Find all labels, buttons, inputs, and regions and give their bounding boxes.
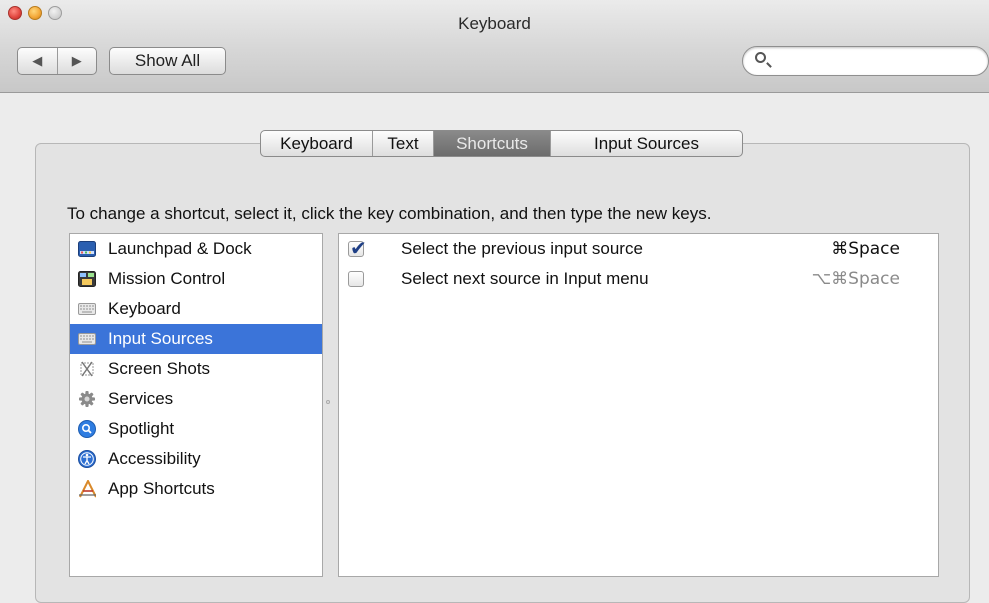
- shortcut-key-combination[interactable]: ⌘Space: [831, 239, 900, 259]
- accessibility-icon: [78, 450, 96, 468]
- mission-control-icon: [78, 270, 96, 288]
- category-label: App Shortcuts: [108, 479, 215, 498]
- shortcut-row[interactable]: ✔ Select the previous input source ⌘Spac…: [339, 234, 938, 264]
- window-title: Keyboard: [458, 14, 531, 33]
- keyboard-icon: [78, 300, 96, 318]
- category-keyboard[interactable]: Keyboard: [70, 294, 322, 324]
- category-launchpad-dock[interactable]: Launchpad & Dock: [70, 234, 322, 264]
- title-bar: Keyboard ◀ ▶ Show All: [0, 0, 989, 93]
- category-screen-shots[interactable]: Screen Shots: [70, 354, 322, 384]
- services-gear-icon: [78, 390, 96, 408]
- shortcut-list[interactable]: ✔ Select the previous input source ⌘Spac…: [338, 233, 939, 577]
- tab-bar: Keyboard Text Shortcuts Input Sources: [260, 130, 743, 157]
- category-accessibility[interactable]: Accessibility: [70, 444, 322, 474]
- category-label: Screen Shots: [108, 359, 211, 378]
- shortcut-enabled-checkbox[interactable]: ✔: [348, 236, 367, 260]
- forward-arrow-icon[interactable]: ▶: [56, 48, 97, 74]
- category-mission-control[interactable]: Mission Control: [70, 264, 322, 294]
- tab-keyboard[interactable]: Keyboard: [261, 131, 372, 156]
- shortcut-description: Select next source in Input menu: [401, 269, 649, 288]
- back-arrow-icon[interactable]: ◀: [18, 48, 57, 74]
- show-all-button[interactable]: Show All: [109, 47, 226, 75]
- shortcut-category-list[interactable]: Launchpad & Dock Mission Control Keyboar…: [69, 233, 323, 577]
- category-label: Accessibility: [108, 449, 201, 468]
- shortcut-description: Select the previous input source: [401, 239, 643, 258]
- search-field[interactable]: [742, 46, 989, 76]
- tab-shortcuts[interactable]: Shortcuts: [433, 131, 550, 156]
- category-label: Services: [108, 389, 174, 408]
- screen-shots-icon: [78, 360, 96, 378]
- search-icon: [755, 52, 766, 63]
- shortcut-row[interactable]: Select next source in Input menu ⌥⌘Space: [339, 264, 938, 294]
- category-services[interactable]: Services: [70, 384, 322, 414]
- category-label: Input Sources: [108, 329, 213, 348]
- category-label: Mission Control: [108, 269, 226, 288]
- category-spotlight[interactable]: Spotlight: [70, 414, 322, 444]
- instruction-text: To change a shortcut, select it, click t…: [67, 204, 712, 223]
- shortcut-key-combination[interactable]: ⌥⌘Space: [812, 269, 900, 289]
- search-input[interactable]: [773, 50, 977, 74]
- shortcut-enabled-checkbox[interactable]: [348, 271, 364, 287]
- tab-input-sources[interactable]: Input Sources: [550, 131, 742, 156]
- input-sources-icon: [78, 330, 96, 348]
- category-label: Spotlight: [108, 419, 175, 438]
- checkmark-icon: ✔: [350, 236, 367, 260]
- tab-text[interactable]: Text: [372, 131, 433, 156]
- category-app-shortcuts[interactable]: App Shortcuts: [70, 474, 322, 504]
- back-forward-control: ◀ ▶: [17, 47, 97, 75]
- category-label: Launchpad & Dock: [108, 239, 252, 258]
- spotlight-icon: [78, 420, 96, 438]
- split-view-divider-handle[interactable]: [326, 400, 330, 404]
- category-label: Keyboard: [108, 299, 181, 318]
- launchpad-dock-icon: [78, 240, 96, 258]
- app-shortcuts-icon: [78, 480, 96, 498]
- category-input-sources[interactable]: Input Sources: [70, 324, 322, 354]
